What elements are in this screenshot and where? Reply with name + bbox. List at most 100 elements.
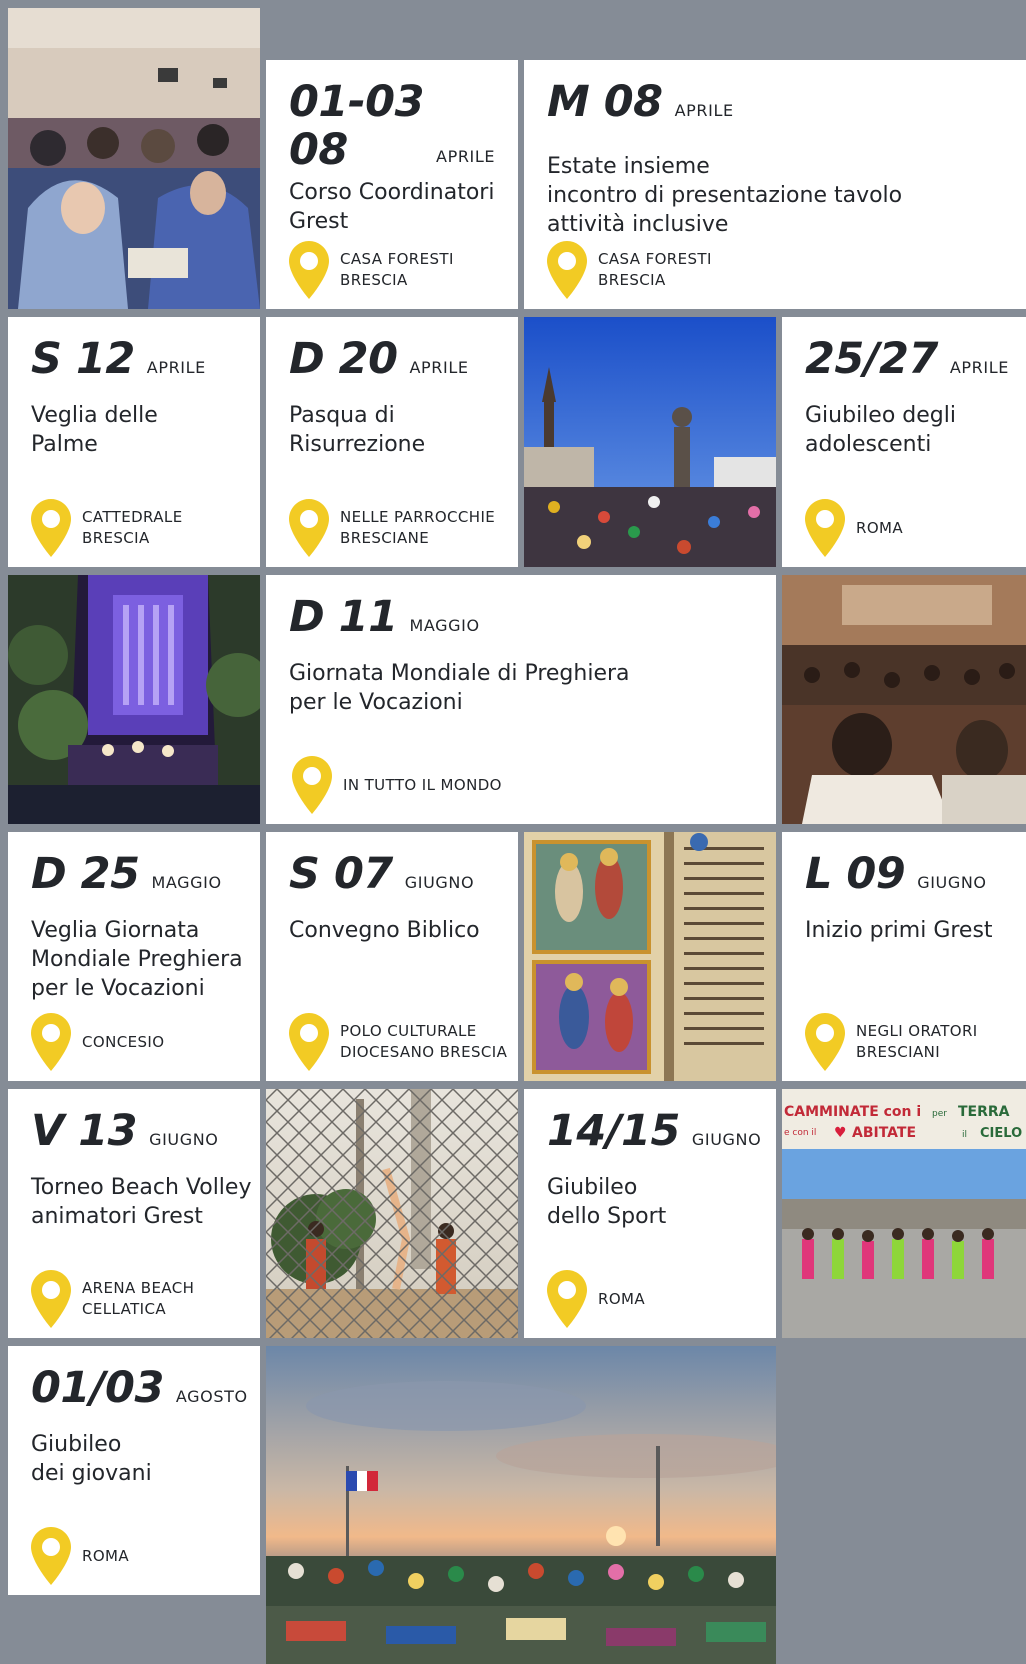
location-label: ROMA <box>82 1546 130 1565</box>
mural-text-small-2: per <box>932 1109 947 1119</box>
event-title: Giubileo dei giovani <box>31 1432 152 1486</box>
event-day: D 11 <box>289 592 398 642</box>
event-day: M 08 <box>547 77 663 127</box>
event-card-giubileo-giovani[interactable]: 01/03 AGOSTO Giubileo dei giovani ROMA <box>8 1346 260 1595</box>
event-month: GIUGNO <box>404 873 475 892</box>
photo-assembly-hall <box>782 575 1026 824</box>
event-card-veglia-giornata[interactable]: D 25 MAGGIO Veglia Giornata Mondiale Pre… <box>8 832 260 1081</box>
mural-heart: ♥ <box>834 1125 847 1141</box>
event-location: IN TUTTO IL MONDO <box>292 756 502 814</box>
event-card-veglia-palme[interactable]: S 12 APRILE Veglia delle Palme CATTEDRAL… <box>8 317 260 567</box>
event-location: NEGLI ORATORI BRESCIANI <box>805 1013 978 1071</box>
location-label: NEGLI ORATORI BRESCIANI <box>856 1022 978 1061</box>
event-card-giornata-vocazioni[interactable]: D 11 MAGGIO Giornata Mondiale di Preghie… <box>266 575 776 824</box>
map-pin-icon <box>31 1013 71 1071</box>
event-month: AGOSTO <box>175 1387 248 1406</box>
event-title: Estate insieme incontro di presentazione… <box>547 154 903 237</box>
mural-text-right: TERRA <box>958 1104 1010 1120</box>
event-card-inizio-grest[interactable]: L 09 GIUGNO Inizio primi Grest NEGLI ORA… <box>782 832 1026 1081</box>
location-label: ROMA <box>856 518 904 537</box>
event-day: 25/27 <box>805 334 938 384</box>
event-month: MAGGIO <box>409 616 480 635</box>
map-pin-icon <box>547 1270 587 1328</box>
map-pin-icon <box>31 1527 71 1585</box>
location-label: POLO CULTURALE DIOCESANO BRESCIA <box>340 1022 508 1061</box>
event-day: V 13 <box>31 1106 138 1156</box>
event-month: APRILE <box>949 358 1009 377</box>
event-day: L 09 <box>805 849 906 899</box>
event-title: Veglia delle Palme <box>31 403 158 457</box>
photo-grest-mural: CAMMINATE con i e con il ♥ ABITATE per T… <box>782 1089 1026 1338</box>
map-pin-icon <box>31 499 71 557</box>
location-label: CATTEDRALE BRESCIA <box>82 508 183 547</box>
photo-church-vigil <box>8 575 260 824</box>
event-card-giubileo-sport[interactable]: 14/15 GIUGNO Giubileo dello Sport ROMA <box>524 1089 776 1338</box>
location-label: IN TUTTO IL MONDO <box>343 775 502 794</box>
event-location: CATTEDRALE BRESCIA <box>31 499 183 557</box>
mural-text-small-1: e con il <box>784 1128 816 1138</box>
event-title: Inizio primi Grest <box>805 918 993 943</box>
event-month: APRILE <box>409 358 469 377</box>
map-pin-icon <box>289 499 329 557</box>
event-card-pasqua[interactable]: D 20 APRILE Pasqua di Risurrezione NELLE… <box>266 317 518 567</box>
photo-conference-audience <box>8 8 260 309</box>
photo-beach-volley <box>266 1089 518 1338</box>
event-location: CONCESIO <box>31 1013 164 1071</box>
event-location: POLO CULTURALE DIOCESANO BRESCIA <box>289 1013 507 1071</box>
event-location: ROMA <box>547 1270 645 1328</box>
event-month: GIUGNO <box>917 873 987 892</box>
photo-illuminated-manuscript <box>524 832 776 1081</box>
event-month: APRILE <box>146 358 206 377</box>
event-title: Torneo Beach Volley animatori Grest <box>31 1175 252 1229</box>
location-label: ROMA <box>598 1289 646 1308</box>
event-month: GIUGNO <box>691 1130 762 1149</box>
event-month: APRILE <box>674 101 734 120</box>
event-day: D 25 <box>31 849 140 899</box>
event-day: 01-03 08 <box>289 77 425 175</box>
event-title: Giornata Mondiale di Preghiera per le Vo… <box>289 661 630 715</box>
location-label: NELLE PARROCCHIE BRESCIANE <box>340 508 496 547</box>
event-title: Convegno Biblico <box>289 918 480 943</box>
event-card-convegno-biblico[interactable]: S 07 GIUGNO Convegno Biblico POLO CULTUR… <box>266 832 518 1081</box>
event-day: S 12 <box>31 334 135 384</box>
event-day: S 07 <box>289 849 393 899</box>
event-card-beach-volley[interactable]: V 13 GIUGNO Torneo Beach Volley animator… <box>8 1089 260 1338</box>
map-pin-icon <box>289 241 329 299</box>
mural-text-mid: ABITATE <box>852 1125 916 1141</box>
event-title: Corso Coordinatori Grest <box>289 180 495 234</box>
event-title: Pasqua di Risurrezione <box>289 403 426 457</box>
photo-sunset-camp <box>266 1346 776 1664</box>
event-month: MAGGIO <box>151 873 222 892</box>
event-location: ROMA <box>31 1527 129 1585</box>
event-day: D 20 <box>289 334 398 384</box>
event-title: Veglia Giornata Mondiale Preghiera per l… <box>31 918 243 1001</box>
event-location: CASA FORESTI BRESCIA <box>289 241 454 299</box>
map-pin-icon <box>805 499 845 557</box>
location-label: ARENA BEACH CELLATICA <box>82 1279 195 1318</box>
event-day: 14/15 <box>547 1106 680 1156</box>
event-day: 01/03 <box>31 1363 164 1413</box>
event-card-giubileo-adolescenti[interactable]: 25/27 APRILE Giubileo degli adolescenti … <box>782 317 1026 567</box>
map-pin-icon <box>292 756 332 814</box>
event-location: CASA FORESTI BRESCIA <box>547 241 712 299</box>
event-location: ARENA BEACH CELLATICA <box>31 1270 194 1328</box>
location-label: CASA FORESTI BRESCIA <box>598 250 712 289</box>
mural-text-right-2: CIELO <box>980 1126 1022 1141</box>
map-pin-icon <box>289 1013 329 1071</box>
event-location: ROMA <box>805 499 903 557</box>
location-label: CONCESIO <box>82 1032 165 1051</box>
location-label: CASA FORESTI BRESCIA <box>340 250 454 289</box>
event-title: Giubileo degli adolescenti <box>805 403 956 457</box>
map-pin-icon <box>805 1013 845 1071</box>
event-location: NELLE PARROCCHIE BRESCIANE <box>289 499 495 557</box>
map-pin-icon <box>31 1270 71 1328</box>
map-pin-icon <box>547 241 587 299</box>
event-month: APRILE <box>436 147 496 166</box>
mural-text-left: CAMMINATE con i <box>784 1104 921 1120</box>
event-card-estate-insieme[interactable]: M 08 APRILE Estate insieme incontro di p… <box>524 60 1026 309</box>
event-month: GIUGNO <box>149 1130 219 1149</box>
event-title: Giubileo dello Sport <box>547 1175 667 1229</box>
photo-square-crowd <box>524 317 776 567</box>
mural-text-small-3: il <box>962 1130 967 1140</box>
event-card-corso-coordinatori[interactable]: 01-03 08 APRILE Corso Coordinatori Grest… <box>266 60 518 309</box>
